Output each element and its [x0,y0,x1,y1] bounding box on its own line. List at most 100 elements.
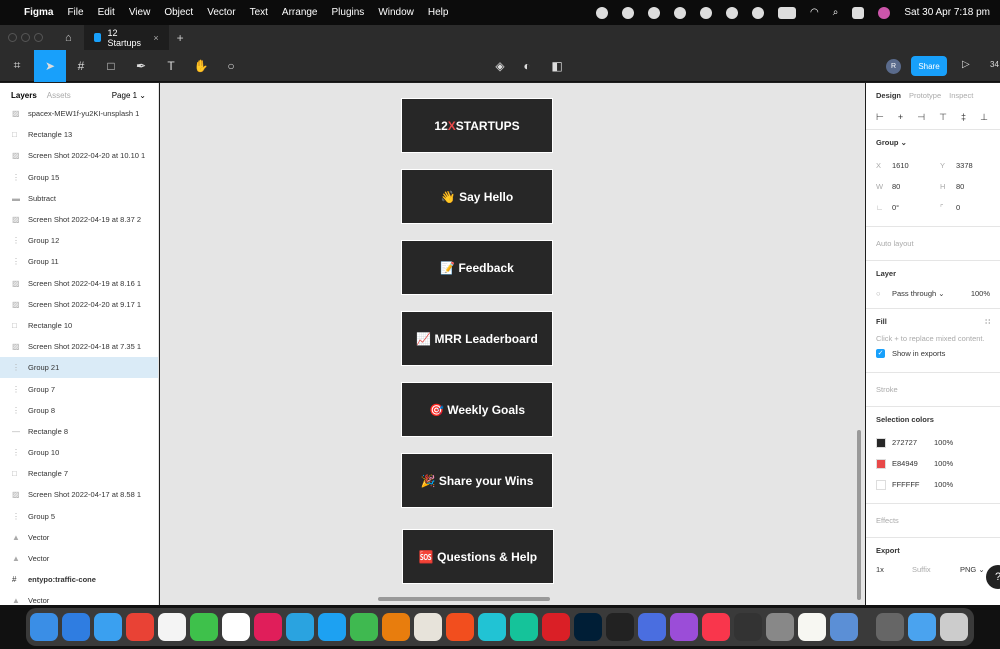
canva-icon[interactable] [478,613,506,641]
card-say-hello[interactable]: 👋 Say Hello [401,169,553,224]
h-input[interactable]: 80 [956,182,964,191]
tab-assets[interactable]: Assets [47,91,71,100]
layer-item[interactable]: ▨ Screen Shot 2022-04-20 at 10.10 1 [0,145,158,166]
move-tool-icon[interactable]: ➤ [34,49,66,82]
align-middle-v-icon[interactable]: ‡ [961,112,966,123]
w-input[interactable]: 80 [892,182,940,191]
calendar-icon[interactable] [158,613,186,641]
card-weekly-goals[interactable]: 🎯 Weekly Goals [401,382,553,437]
text-tool-icon[interactable]: T [156,50,186,82]
tab-inspect[interactable]: Inspect [949,91,973,100]
figma-icon[interactable] [446,613,474,641]
share-button[interactable]: Share [911,56,947,76]
new-tab-button[interactable]: + [177,31,184,45]
layer-item[interactable]: □ Rectangle 7 [0,463,158,484]
chrome-icon[interactable] [126,613,154,641]
card-mrr-leaderboard[interactable]: 📈 MRR Leaderboard [401,311,553,366]
creative-cloud-icon[interactable] [542,613,570,641]
close-tab-icon[interactable]: × [153,33,158,43]
window-zoom-button[interactable] [34,33,43,42]
music-icon[interactable] [702,613,730,641]
layer-opacity[interactable]: 100% [971,289,990,298]
clock[interactable]: Sat 30 Apr 7:18 pm [904,7,990,18]
color-hex[interactable]: FFFFFF [892,480,934,489]
menu-text[interactable]: Text [250,7,268,18]
tab-prototype[interactable]: Prototype [909,91,941,100]
help-button[interactable]: ? [986,565,1000,589]
menu-plugins[interactable]: Plugins [332,7,365,18]
battery-icon[interactable] [778,6,797,19]
color-opacity[interactable]: 100% [934,459,953,468]
layer-item[interactable]: ⋮ Group 10 [0,442,158,463]
layer-item[interactable]: ▨ Screen Shot 2022-04-17 at 8.58 1 [0,484,158,505]
menu-view[interactable]: View [129,7,151,18]
rotation-input[interactable]: 0° [892,203,940,212]
blender-icon[interactable] [382,613,410,641]
telegram-icon[interactable] [286,613,314,641]
safari-icon[interactable] [94,613,122,641]
pen-tool-icon[interactable]: ✒ [126,50,156,82]
layer-item[interactable]: ⋮ Group 15 [0,167,158,188]
telegram-icon[interactable] [622,6,635,19]
menu-arrange[interactable]: Arrange [282,7,318,18]
layer-item[interactable]: ▬ Subtract [0,188,158,209]
align-left-icon[interactable]: ⊢ [876,112,884,123]
siri-icon[interactable] [878,6,891,19]
menu-help[interactable]: Help [428,7,449,18]
group-title[interactable]: Group ⌄ [876,138,990,147]
vpn-icon[interactable] [734,613,762,641]
color-swatch-272727[interactable] [876,437,886,448]
align-top-icon[interactable]: ⊤ [939,112,947,123]
canvas[interactable]: 12 X STARTUPS 👋 Say Hello 📝 Feedback 📈 MRR… [160,83,865,605]
grammarly-icon[interactable] [510,613,538,641]
component-icon[interactable]: ◈ [485,50,515,82]
layer-item[interactable]: ▲ Vector [0,527,158,548]
vertical-scrollbar[interactable] [857,430,861,600]
files-icon[interactable] [908,613,936,641]
quicktime-icon[interactable] [606,613,634,641]
layer-item[interactable]: ⋮ Group 8 [0,400,158,421]
layer-item[interactable]: ▨ Screen Shot 2022-04-20 at 9.17 1 [0,294,158,315]
search-icon[interactable]: ⌕ [833,7,839,18]
align-right-icon[interactable]: ⊣ [917,112,925,123]
photos-icon[interactable] [876,613,904,641]
show-in-exports-checkbox[interactable]: ✓ [876,349,885,358]
finder-icon[interactable] [30,613,58,641]
export-suffix-input[interactable]: Suffix [912,565,960,574]
blend-mode-select[interactable]: Pass through ⌄ [892,289,945,298]
layer-item[interactable]: ▨ spacex-MEW1f-yu2KI-unsplash 1 [0,103,158,124]
layer-item[interactable]: ▲ Vector [0,548,158,569]
card-share-wins[interactable]: 🎉 Share your Wins [401,453,553,508]
main-menu-icon[interactable]: ⌗ [0,50,34,82]
export-scale[interactable]: 1x [876,565,912,574]
twitter-icon[interactable] [318,613,346,641]
align-center-h-icon[interactable]: + [898,112,903,123]
layer-item[interactable]: ⋮ Group 12 [0,230,158,251]
y-input[interactable]: 3378 [956,161,973,170]
window-close-button[interactable] [8,33,17,42]
color-swatch-e84949[interactable] [876,458,886,469]
messages-icon[interactable] [190,613,218,641]
menu-file[interactable]: File [67,7,83,18]
color-hex[interactable]: 272727 [892,438,934,447]
tab-design[interactable]: Design [876,91,901,100]
color-opacity[interactable]: 100% [934,438,953,447]
podcasts-icon[interactable] [670,613,698,641]
layer-item[interactable]: ▨ Screen Shot 2022-04-19 at 8.16 1 [0,273,158,294]
grammarly-icon[interactable] [596,6,609,19]
menu-edit[interactable]: Edit [98,7,115,18]
auto-layout-label[interactable]: Auto layout [876,239,914,248]
record-icon[interactable] [648,6,661,19]
preview-icon[interactable] [830,613,858,641]
layer-item[interactable]: ▨ Screen Shot 2022-04-19 at 8.37 2 [0,209,158,230]
tab-layers[interactable]: Layers [11,91,37,100]
circle-icon[interactable] [726,6,739,19]
photoshop-icon[interactable] [574,613,602,641]
shape-tool-icon[interactable]: □ [96,50,126,82]
menu-vector[interactable]: Vector [207,7,235,18]
card-feedback[interactable]: 📝 Feedback [401,240,553,295]
layer-item[interactable]: ⋮ Group 5 [0,506,158,527]
zoom-level[interactable]: 34 [990,60,999,69]
stroke-label[interactable]: Stroke [876,385,898,394]
x-input[interactable]: 1610 [892,161,940,170]
